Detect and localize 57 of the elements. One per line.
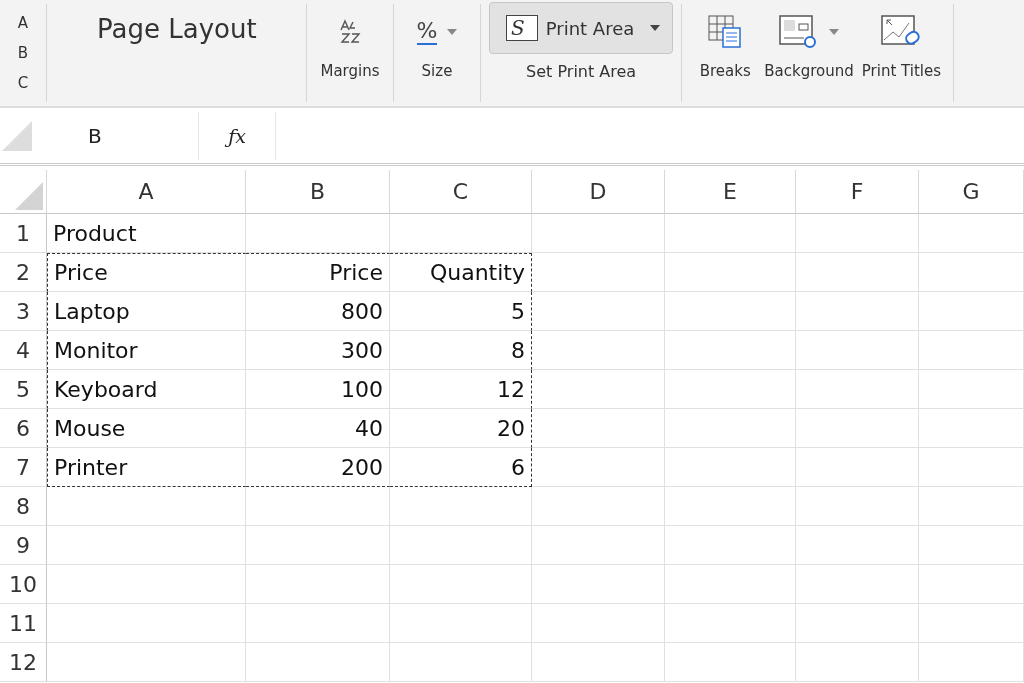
- picture-icon: [779, 15, 819, 49]
- column-header[interactable]: D: [532, 170, 665, 214]
- script-s-icon: S: [506, 15, 538, 41]
- print-area-button[interactable]: S Print Area: [489, 2, 674, 54]
- corner-triangle-icon: [2, 120, 32, 151]
- ribbon-button[interactable]: Margins: [315, 4, 385, 86]
- column-header[interactable]: A: [47, 170, 246, 214]
- table-cell: Printer: [47, 448, 246, 487]
- table-cell: 20: [390, 409, 532, 448]
- ribbon-letter[interactable]: A: [17, 14, 29, 32]
- table-cell: Laptop: [47, 292, 246, 331]
- table-cell: 40: [246, 409, 390, 448]
- table-cell: 6: [390, 448, 532, 487]
- row-header[interactable]: 9: [0, 526, 47, 565]
- group-label: Set Print Area: [526, 62, 637, 81]
- row-header[interactable]: 5: [0, 370, 47, 409]
- row-header[interactable]: 2: [0, 253, 47, 292]
- table-cell: 12: [390, 370, 532, 409]
- select-all-triangle-icon[interactable]: [15, 182, 43, 210]
- table-cell: 5: [390, 292, 532, 331]
- ribbon-button[interactable]: Breaks: [690, 4, 761, 86]
- table-cell: 200: [246, 448, 390, 487]
- row-header[interactable]: 6: [0, 409, 47, 448]
- formula-bar[interactable]: B ƒx: [0, 108, 1024, 166]
- table-page-icon: [708, 15, 743, 49]
- row-header[interactable]: 11: [0, 604, 47, 643]
- table-cell: Product: [47, 214, 246, 253]
- ribbon-letter[interactable]: C: [17, 74, 29, 92]
- table-cell: 100: [246, 370, 390, 409]
- row-header[interactable]: 10: [0, 565, 47, 604]
- row-header[interactable]: 12: [0, 643, 47, 682]
- sort-icon: [338, 19, 362, 45]
- ribbon-button[interactable]: Print Titles: [857, 4, 945, 86]
- row-header[interactable]: 1: [0, 214, 47, 253]
- table-cell: 8: [390, 331, 532, 370]
- row-header[interactable]: 3: [0, 292, 47, 331]
- table-cell: 300: [246, 331, 390, 370]
- table-cell: Price: [246, 253, 390, 292]
- table-cell: Mouse: [47, 409, 246, 448]
- column-header[interactable]: G: [919, 170, 1024, 214]
- table-cell: Price: [47, 253, 246, 292]
- column-header[interactable]: E: [665, 170, 796, 214]
- row-header[interactable]: 7: [0, 448, 47, 487]
- ribbon-title: Page Layout: [47, 4, 307, 102]
- ribbon-button[interactable]: Background: [760, 4, 858, 86]
- table-cell: 800: [246, 292, 390, 331]
- column-header[interactable]: F: [796, 170, 919, 214]
- row-header[interactable]: 8: [0, 487, 47, 526]
- table-cell: Keyboard: [47, 370, 246, 409]
- ribbon-button[interactable]: % Size: [402, 4, 472, 86]
- column-header[interactable]: B: [246, 170, 390, 214]
- table-cell: Monitor: [47, 331, 246, 370]
- ribbon-letter[interactable]: B: [17, 44, 29, 62]
- column-header[interactable]: C: [390, 170, 532, 214]
- row-header[interactable]: 4: [0, 331, 47, 370]
- name-box[interactable]: B: [32, 111, 199, 160]
- table-cell: Quantity: [390, 253, 532, 292]
